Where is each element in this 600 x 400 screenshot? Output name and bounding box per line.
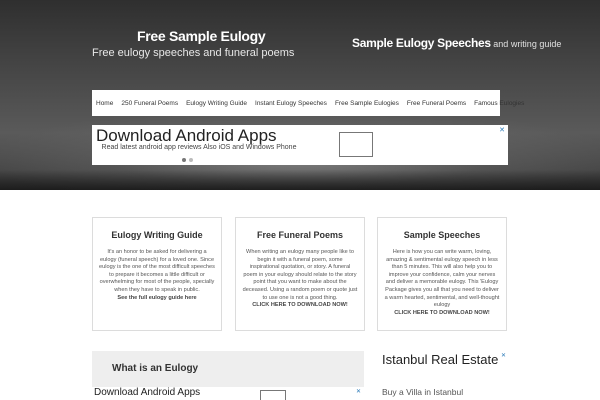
- card-link[interactable]: CLICK HERE TO DOWNLOAD NOW!: [242, 302, 358, 310]
- site-title[interactable]: Free Sample Eulogy: [137, 28, 266, 44]
- nav-item-eulogy-writing-guide[interactable]: Eulogy Writing Guide: [186, 100, 247, 107]
- card-sample-speeches: Sample Speeches Here is how you can writ…: [377, 217, 507, 331]
- nav-item-home[interactable]: Home: [96, 100, 113, 107]
- ad-dot[interactable]: [189, 158, 193, 162]
- card-link[interactable]: CLICK HERE TO DOWNLOAD NOW!: [384, 310, 500, 318]
- nav-item-instant-eulogy-speeches[interactable]: Instant Eulogy Speeches: [255, 100, 327, 107]
- ad-banner-bottom[interactable]: Download Android Apps ✕: [92, 387, 364, 400]
- ad-pagination: [182, 158, 193, 162]
- section-title: What is an Eulogy: [112, 363, 199, 374]
- header-promo: Sample Eulogy Speeches and writing guide: [352, 34, 561, 52]
- main-nav: Home 250 Funeral Poems Eulogy Writing Gu…: [92, 90, 524, 116]
- nav-item-250-funeral-poems[interactable]: 250 Funeral Poems: [121, 100, 178, 107]
- ad-button[interactable]: [260, 390, 286, 400]
- ad-side[interactable]: Istanbul Real Estate Buy a Villa in Ista…: [378, 351, 508, 400]
- ad-button[interactable]: [339, 132, 373, 157]
- ad-close-icon[interactable]: ✕: [501, 352, 506, 359]
- card-title: Free Funeral Poems: [256, 230, 344, 240]
- ad-close-icon[interactable]: ✕: [356, 388, 361, 395]
- nav-item-free-funeral-poems[interactable]: Free Funeral Poems: [407, 100, 466, 107]
- card-title: Sample Speeches: [403, 230, 481, 240]
- ad-title[interactable]: Istanbul Real Estate: [382, 352, 498, 367]
- card-free-funeral-poems: Free Funeral Poems When writing an eulog…: [235, 217, 365, 331]
- card-body: Here is how you can write warm, loving, …: [384, 249, 500, 309]
- card-title: Eulogy Writing Guide: [111, 230, 203, 240]
- ad-banner-top[interactable]: Download Android Apps Read latest androi…: [92, 125, 508, 165]
- card-link[interactable]: See the full eulogy guide here: [99, 295, 215, 303]
- ad-close-icon[interactable]: ✕: [499, 126, 505, 134]
- ad-description: Buy a Villa in Istanbul: [382, 387, 464, 397]
- card-body: When writing an eulogy many people like …: [242, 249, 358, 301]
- header-promo-title: Sample Eulogy Speeches: [352, 36, 491, 50]
- site-tagline: Free eulogy speeches and funeral poems: [92, 47, 295, 59]
- nav-item-famous-eulogies[interactable]: Famous Eulogies: [474, 100, 524, 107]
- ad-dot-active[interactable]: [182, 158, 186, 162]
- nav-item-free-sample-eulogies[interactable]: Free Sample Eulogies: [335, 100, 399, 107]
- card-body: It's an honor to be asked for delivering…: [99, 249, 215, 293]
- header-promo-subtitle: and writing guide: [490, 39, 562, 49]
- card-eulogy-writing-guide: Eulogy Writing Guide It's an honor to be…: [92, 217, 222, 331]
- ad-title[interactable]: Download Android Apps: [94, 387, 200, 398]
- ad-description: Read latest android app reviews Also iOS…: [101, 144, 297, 151]
- hero-ground: [0, 170, 600, 190]
- ad-title[interactable]: Download Android Apps: [96, 126, 277, 146]
